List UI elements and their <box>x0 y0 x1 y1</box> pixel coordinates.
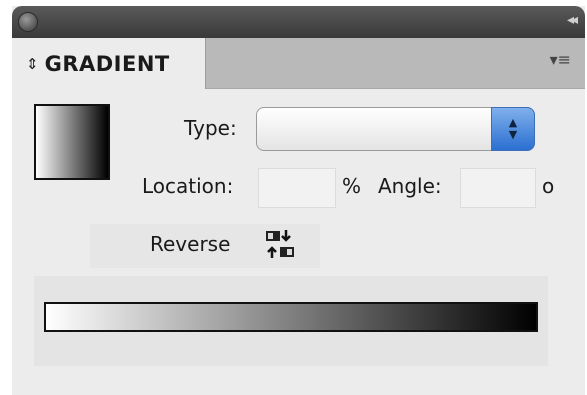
percent-unit: % <box>342 174 362 198</box>
tab-gradient-label: GRADIENT <box>44 51 170 76</box>
tab-row: ⇕ GRADIENT ▾≡ <box>12 38 585 89</box>
type-select[interactable]: ▲ ▼ <box>256 107 535 151</box>
reverse-icon[interactable] <box>264 228 296 260</box>
reverse-label: Reverse <box>150 232 231 256</box>
select-stepper-icon[interactable]: ▲ ▼ <box>491 107 535 151</box>
tab-gradient[interactable]: ⇕ GRADIENT <box>12 38 206 89</box>
location-input[interactable] <box>258 168 336 208</box>
collapse-icon[interactable]: ◂◂ <box>567 12 578 28</box>
gradient-ramp[interactable] <box>44 302 538 332</box>
angle-label: Angle: <box>378 174 442 198</box>
location-label: Location: <box>142 174 234 198</box>
panel-menu-icon[interactable]: ▾≡ <box>550 50 571 69</box>
angle-input[interactable] <box>460 168 536 208</box>
panel-titlebar: ◂◂ <box>12 6 585 38</box>
gradient-panel: ◂◂ ⇕ GRADIENT ▾≡ Type: ▲ ▼ Location: % An… <box>12 6 585 395</box>
type-label: Type: <box>184 116 237 140</box>
close-icon[interactable] <box>18 12 38 32</box>
angle-unit: o <box>542 174 555 198</box>
gradient-swatch[interactable] <box>34 104 110 180</box>
expand-arrows-icon[interactable]: ⇕ <box>26 55 39 73</box>
